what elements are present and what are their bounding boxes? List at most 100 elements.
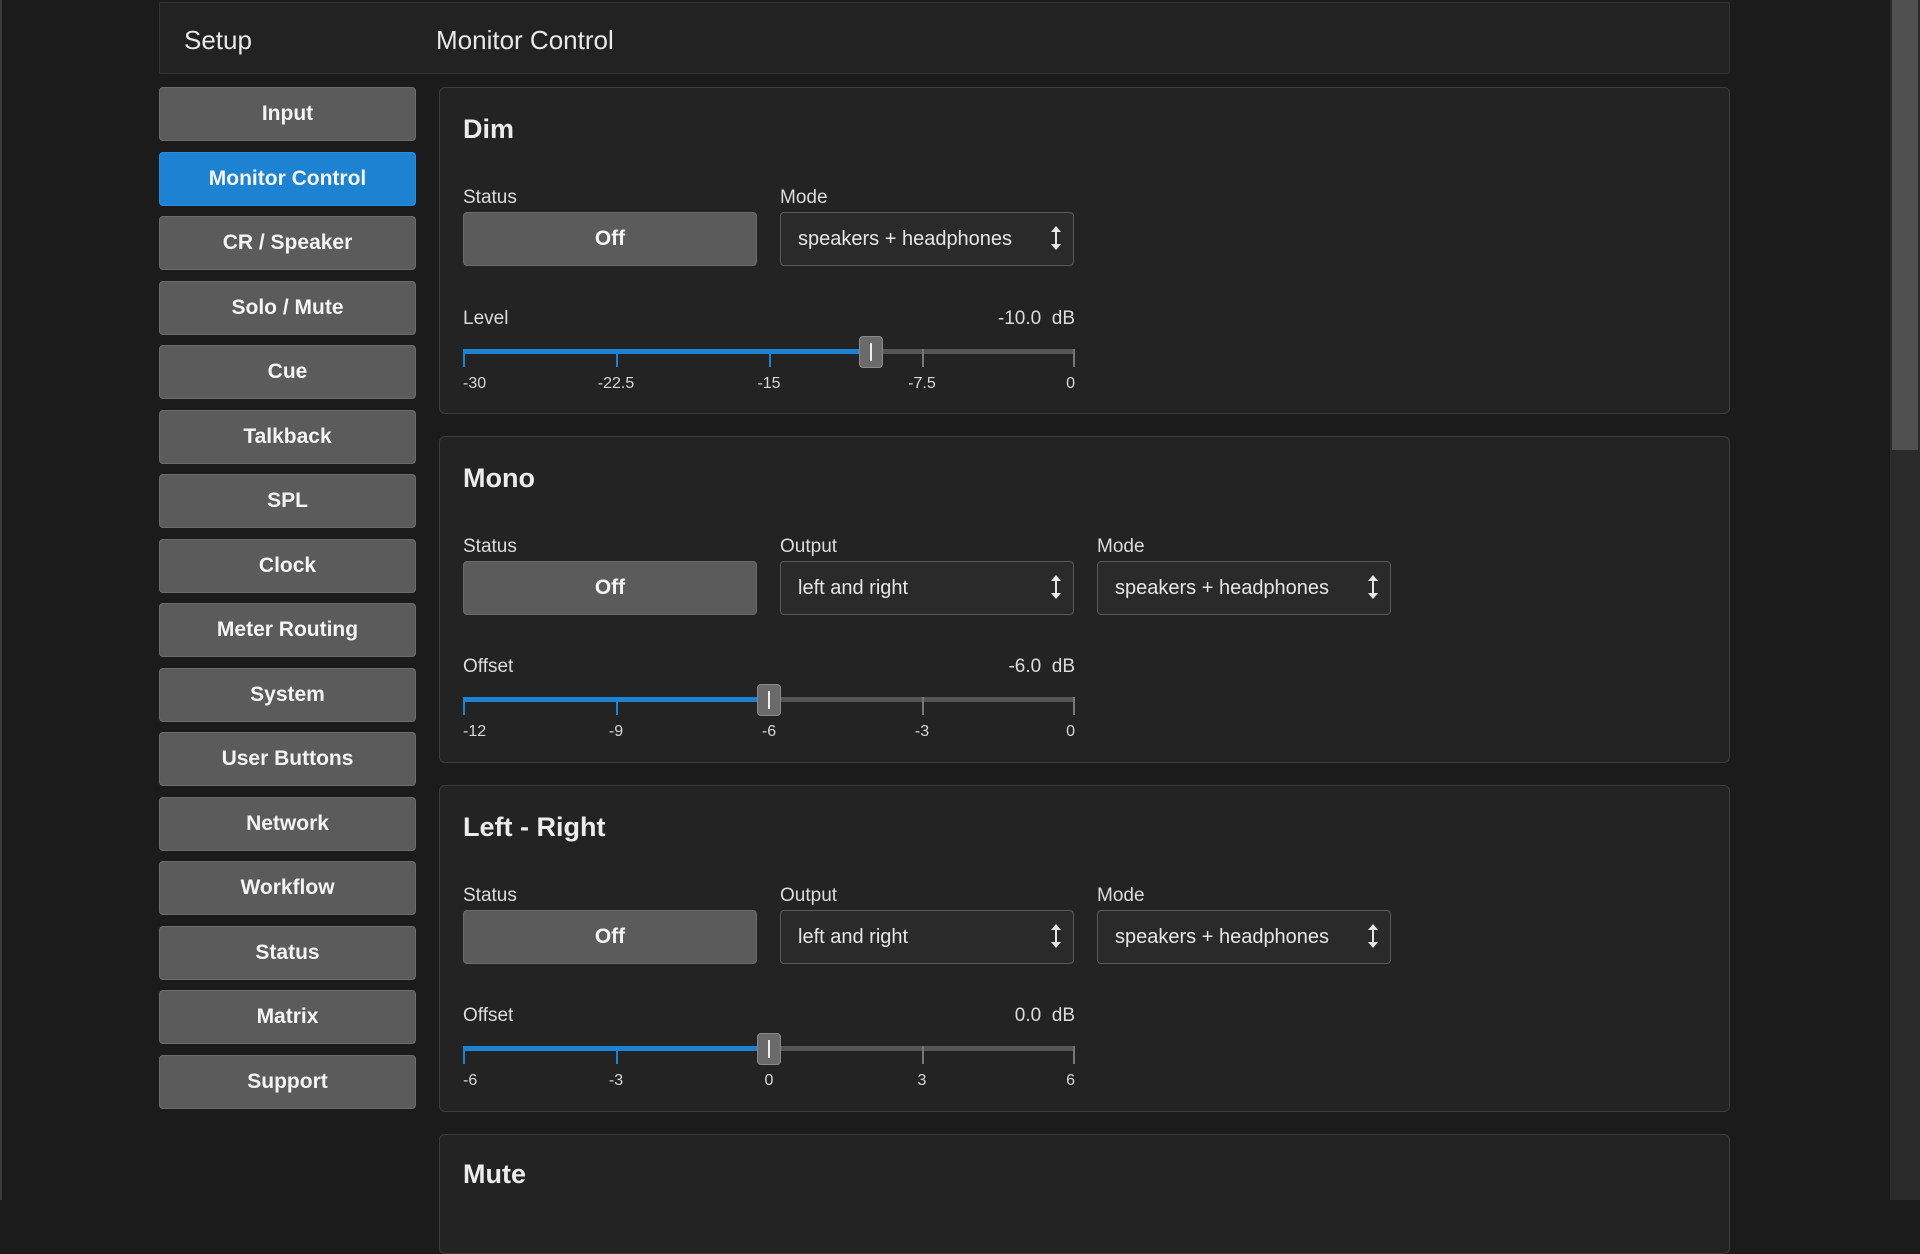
mute-title: Mute [463,1159,526,1189]
slider-tick [1073,697,1075,715]
sidebar-item-spl[interactable]: SPL [159,474,416,528]
left-right-mode-select[interactable]: speakers + headphones [1097,910,1391,964]
mono-output-value: left and right [798,577,909,599]
slider-thumb[interactable] [757,684,781,716]
sidebar-item-status[interactable]: Status [159,926,416,980]
left-right-mode-value: speakers + headphones [1115,926,1330,948]
slider-tick-label: 3 [917,1072,927,1089]
slider-tick-label: -22.5 [597,375,635,392]
mono-title: Mono [463,463,535,493]
updown-arrow-icon [1368,575,1378,599]
sidebar-item-network[interactable]: Network [159,797,416,851]
left-right-offset-value: 0.0 [1014,1005,1042,1026]
updown-arrow-icon [1051,924,1061,948]
slider-tick-label: -12 [463,723,487,740]
sidebar-item-matrix[interactable]: Matrix [159,990,416,1044]
mono-offset-readout: -6.0 dB [960,656,1075,678]
dim-panel: Dim Status Off Mode speakers + headphone… [439,87,1730,414]
dim-mode-label: Mode [780,187,828,208]
mono-output-label: Output [780,536,838,557]
left-right-offset-readout: 0.0 dB [960,1005,1075,1027]
left-right-output-select[interactable]: left and right [780,910,1074,964]
slider-tick [463,697,465,715]
mono-output-select[interactable]: left and right [780,561,1074,615]
dim-level-slider[interactable]: -30 -22.5 -15 -7.5 0 [463,335,1075,405]
left-right-offset-label: Offset [463,1005,514,1026]
dim-level-label: Level [463,308,509,329]
left-right-mode-label: Mode [1097,885,1145,906]
dim-level-value: -10.0 [997,308,1042,329]
slider-tick-label: -6 [761,723,777,740]
slider-tick-label: 0 [764,1072,774,1089]
dim-status-label: Status [463,187,517,208]
slider-tick-label: -3 [914,723,930,740]
sidebar-item-talkback[interactable]: Talkback [159,410,416,464]
sidebar-item-system[interactable]: System [159,668,416,722]
mono-status-label: Status [463,536,517,557]
updown-arrow-icon [1051,575,1061,599]
left-right-panel: Left - Right Status Off Output left and … [439,785,1730,1112]
updown-arrow-icon [1368,924,1378,948]
left-right-title: Left - Right [463,812,606,842]
updown-arrow-icon [1051,226,1061,250]
slider-tick [616,697,618,715]
left-right-status-label: Status [463,885,517,906]
page-scrollbar[interactable] [1890,0,1920,1200]
sidebar-item-support[interactable]: Support [159,1055,416,1109]
slider-tick [463,349,465,367]
sidebar-item-workflow[interactable]: Workflow [159,861,416,915]
slider-tick-label: 0 [1066,723,1075,740]
sidebar-item-cue[interactable]: Cue [159,345,416,399]
slider-tick-label: 6 [1066,1072,1075,1089]
slider-tick [616,1046,618,1064]
slider-tick-label: -15 [757,375,781,392]
setup-title: Setup [184,25,252,55]
mono-mode-value: speakers + headphones [1115,577,1330,599]
scrollbar-thumb[interactable] [1892,0,1918,450]
dim-title: Dim [463,114,515,144]
mono-offset-value: -6.0 [1008,656,1042,677]
sidebar-item-solo-mute[interactable]: Solo / Mute [159,281,416,335]
sidebar-item-cr-speaker[interactable]: CR / Speaker [159,216,416,270]
slider-tick-label: -30 [463,375,487,392]
slider-tick-label: -6 [463,1072,478,1089]
mono-status-button[interactable]: Off [463,561,757,615]
page-title: Monitor Control [436,25,614,55]
slider-thumb[interactable] [757,1033,781,1065]
slider-tick-label: 0 [1066,375,1075,392]
dim-level-unit: dB [1051,308,1075,329]
left-right-output-value: left and right [798,926,909,948]
mono-panel: Mono Status Off Output left and right Mo… [439,436,1730,763]
sidebar-item-user-buttons[interactable]: User Buttons [159,732,416,786]
dim-mode-value: speakers + headphones [798,228,1013,250]
dim-level-readout: -10.0 dB [960,308,1075,330]
slider-tick-label: -3 [608,1072,624,1089]
sidebar-item-meter-routing[interactable]: Meter Routing [159,603,416,657]
left-right-output-label: Output [780,885,838,906]
slider-tick-label: -9 [608,723,624,740]
left-right-offset-unit: dB [1051,1005,1075,1026]
slider-tick [922,697,924,715]
header-bar: Setup Monitor Control [159,2,1730,74]
slider-tick [463,1046,465,1064]
mono-offset-slider[interactable]: -12 -9 -6 -3 0 [463,683,1075,753]
dim-status-button[interactable]: Off [463,212,757,266]
mono-mode-select[interactable]: speakers + headphones [1097,561,1391,615]
mono-offset-unit: dB [1051,656,1075,677]
slider-tick [1073,349,1075,367]
slider-fill [463,349,871,354]
dim-mode-select[interactable]: speakers + headphones [780,212,1074,266]
slider-thumb[interactable] [859,336,883,368]
left-right-offset-slider[interactable]: -6 -3 0 3 6 [463,1032,1075,1102]
slider-tick [769,349,771,367]
left-right-status-button[interactable]: Off [463,910,757,964]
slider-tick [1073,1046,1075,1064]
sidebar-item-clock[interactable]: Clock [159,539,416,593]
slider-tick-label: -7.5 [908,375,936,392]
sidebar-item-input[interactable]: Input [159,87,416,141]
window-left-edge [0,0,2,1200]
mute-panel: Mute [439,1134,1730,1254]
sidebar-item-monitor-control[interactable]: Monitor Control [159,152,416,206]
mono-mode-label: Mode [1097,536,1145,557]
slider-tick [922,1046,924,1064]
